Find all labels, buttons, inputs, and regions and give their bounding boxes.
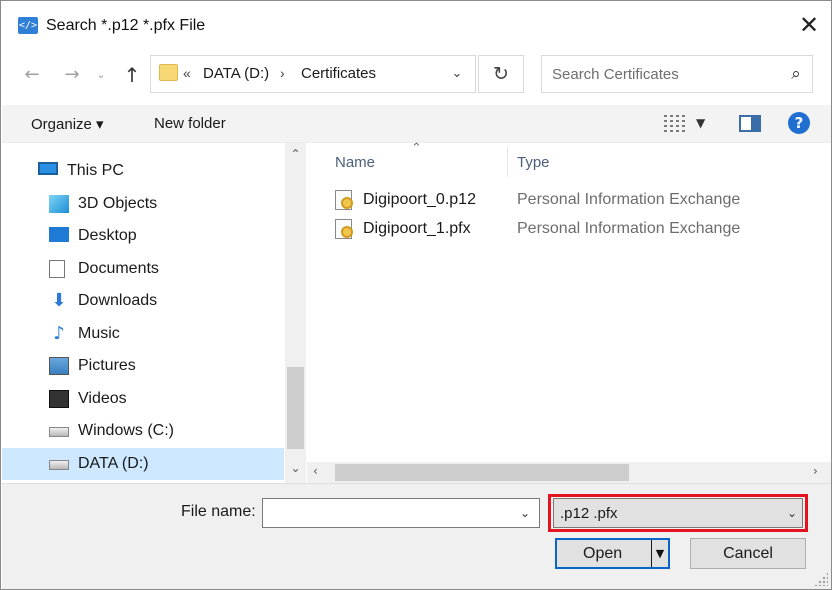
breadcrumb-separator[interactable]: › (280, 65, 285, 81)
sidebar-item[interactable]: Pictures (2, 350, 284, 382)
file-name-dropdown-chevron-icon[interactable]: ⌄ (515, 503, 535, 523)
nav-pane-scrollbar[interactable]: ⌃ ⌄ (285, 143, 306, 483)
recent-locations-chevron-icon[interactable]: ⌄ (93, 61, 109, 89)
file-name-input[interactable] (269, 504, 509, 522)
breadcrumb-overflow[interactable]: « (183, 65, 191, 81)
filter-dropdown-chevron-icon[interactable]: ⌄ (782, 503, 802, 523)
title-bar: </> Search *.p12 *.pfx File ✕ (1, 1, 831, 49)
breadcrumb-certificates[interactable]: Certificates (301, 65, 376, 82)
breadcrumb-data-drive[interactable]: DATA (D:) (203, 65, 269, 82)
sidebar-item-label: Music (78, 324, 120, 342)
music-icon: ♪ (53, 322, 65, 344)
up-arrow-icon[interactable]: ↑ (119, 61, 145, 89)
3d-objects-icon (49, 194, 69, 213)
certificate-file-icon (335, 218, 353, 239)
sidebar-item[interactable]: Videos (2, 383, 284, 415)
scroll-up-icon[interactable]: ⌃ (285, 147, 306, 165)
videos-icon (49, 389, 69, 408)
sidebar-item-label: 3D Objects (78, 194, 158, 212)
documents-icon (49, 259, 65, 278)
open-button-label: Open (583, 545, 623, 562)
column-header-name[interactable]: Name (335, 154, 375, 171)
sidebar-item-label: Windows (C:) (78, 422, 175, 439)
nav-scroll-thumb[interactable] (287, 367, 304, 449)
organize-menu-button[interactable]: Organize ▾ (31, 115, 104, 133)
scroll-down-icon[interactable]: ⌄ (285, 461, 306, 479)
search-input[interactable] (552, 64, 772, 84)
change-view-icon[interactable] (664, 114, 688, 132)
file-row[interactable]: Digipoort_0.p12 Personal Information Exch… (329, 187, 809, 213)
sidebar-item[interactable]: DATA (D:) (2, 447, 284, 480)
scroll-right-icon[interactable]: › (813, 464, 818, 478)
sidebar-item-label: Videos (78, 389, 127, 407)
preview-pane-icon[interactable] (739, 115, 761, 132)
folder-icon (159, 64, 178, 81)
file-name: Digipoort_0.p12 (363, 191, 476, 208)
address-dropdown-chevron-icon[interactable]: ⌄ (447, 64, 467, 84)
address-bar[interactable]: « DATA (D:) › Certificates ⌄ (150, 55, 476, 93)
drive-d-icon (49, 459, 69, 470)
new-folder-button[interactable]: New folder (154, 115, 226, 132)
sidebar-item-label: Documents (78, 259, 159, 277)
downloads-icon: ⬇ (51, 290, 67, 311)
file-name-label: File name: (181, 503, 256, 520)
file-type: Personal Information Exchange (517, 191, 741, 208)
column-header-type[interactable]: Type (517, 154, 550, 171)
file-type-filter-value: .p12 .pfx (560, 505, 618, 522)
horizontal-scroll-thumb[interactable] (335, 464, 629, 481)
refresh-icon[interactable]: ↻ (478, 55, 524, 93)
drive-c-icon (49, 427, 69, 437)
window-title: Search *.p12 *.pfx File (46, 17, 206, 34)
sort-ascending-icon: ⌃ (411, 141, 422, 156)
sidebar-item-label: Desktop (78, 227, 137, 244)
open-button[interactable]: Open ▼ (555, 538, 670, 569)
column-divider[interactable] (507, 147, 508, 177)
file-row[interactable]: Digipoort_1.pfx Personal Information Exch… (329, 216, 809, 242)
sidebar-item[interactable]: 3D Objects (2, 188, 284, 220)
file-list: Name ⌃ Type Digipoort_0.p12 Personal Info… (307, 141, 831, 483)
sidebar-item-label: Pictures (78, 357, 136, 374)
sidebar-item[interactable]: This PC (2, 155, 284, 187)
bottom-pane: File name: ⌄ .p12 .pfx ⌄ Open ▼ Cancel (2, 483, 831, 589)
open-options-chevron-icon[interactable]: ▼ (652, 544, 668, 564)
forward-arrow-icon[interactable]: → (59, 61, 85, 89)
sidebar-item-label: This PC (67, 162, 124, 179)
navigation-pane: This PC 3D Objects Desktop Documents ⬇ Downlo… (2, 143, 306, 483)
resize-grip-icon[interactable] (814, 572, 828, 586)
scroll-left-icon[interactable]: ‹ (313, 464, 318, 478)
view-options-chevron-icon[interactable]: ▼ (696, 112, 705, 134)
sidebar-item[interactable]: Desktop (2, 220, 284, 252)
file-name-combobox[interactable]: ⌄ (262, 498, 540, 528)
help-icon[interactable]: ? (788, 112, 810, 134)
sidebar-item-label: Downloads (78, 292, 158, 309)
search-icon[interactable]: ⌕ (786, 64, 806, 84)
command-bar: Organize ▾ New folder ▼ ? (2, 105, 831, 143)
certificate-file-icon (335, 190, 353, 210)
file-type-filter-select[interactable]: .p12 .pfx ⌄ (553, 498, 803, 528)
back-arrow-icon[interactable]: ← (19, 61, 45, 89)
sidebar-item[interactable]: ⬇ Downloads (2, 285, 284, 317)
search-box[interactable]: ⌕ (541, 55, 813, 93)
this-pc-icon (38, 162, 58, 175)
sidebar-item[interactable]: Documents (2, 253, 284, 285)
sidebar-item[interactable]: Windows (C:) (2, 415, 284, 447)
file-name: Digipoort_1.pfx (363, 219, 471, 237)
file-type: Personal Information Exchange (517, 219, 741, 237)
desktop-icon (49, 227, 69, 242)
sidebar-item[interactable]: ♪ Music (2, 318, 284, 350)
file-dialog-window: </> Search *.p12 *.pfx File ✕ ← → ⌄ ↑ « … (0, 0, 832, 590)
cancel-button[interactable]: Cancel (690, 538, 806, 569)
pictures-icon (49, 357, 69, 375)
close-button[interactable]: ✕ (787, 5, 831, 45)
sidebar-item-label: DATA (D:) (78, 454, 149, 472)
file-list-horizontal-scrollbar[interactable]: ‹ › (307, 462, 831, 483)
app-code-icon: </> (18, 17, 38, 34)
